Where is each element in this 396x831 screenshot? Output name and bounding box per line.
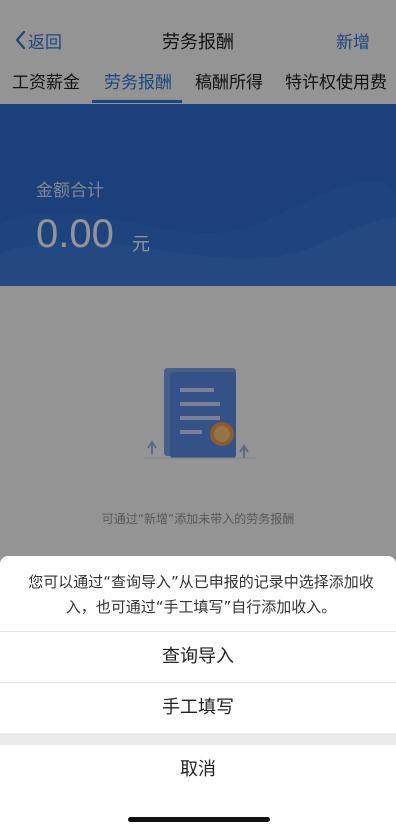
home-indicator[interactable]: [128, 817, 270, 822]
action-sheet: 您可以通过“查询导入”从已申报的记录中选择添加收入，也可通过“手工填写”自行添加…: [0, 556, 396, 831]
action-sheet-message: 您可以通过“查询导入”从已申报的记录中选择添加收入，也可通过“手工填写”自行添加…: [28, 573, 374, 616]
cancel-button[interactable]: 取消: [0, 745, 396, 797]
query-import-button[interactable]: 查询导入: [0, 632, 396, 682]
manual-entry-button[interactable]: 手工填写: [0, 683, 396, 733]
section-gap: [0, 733, 396, 745]
